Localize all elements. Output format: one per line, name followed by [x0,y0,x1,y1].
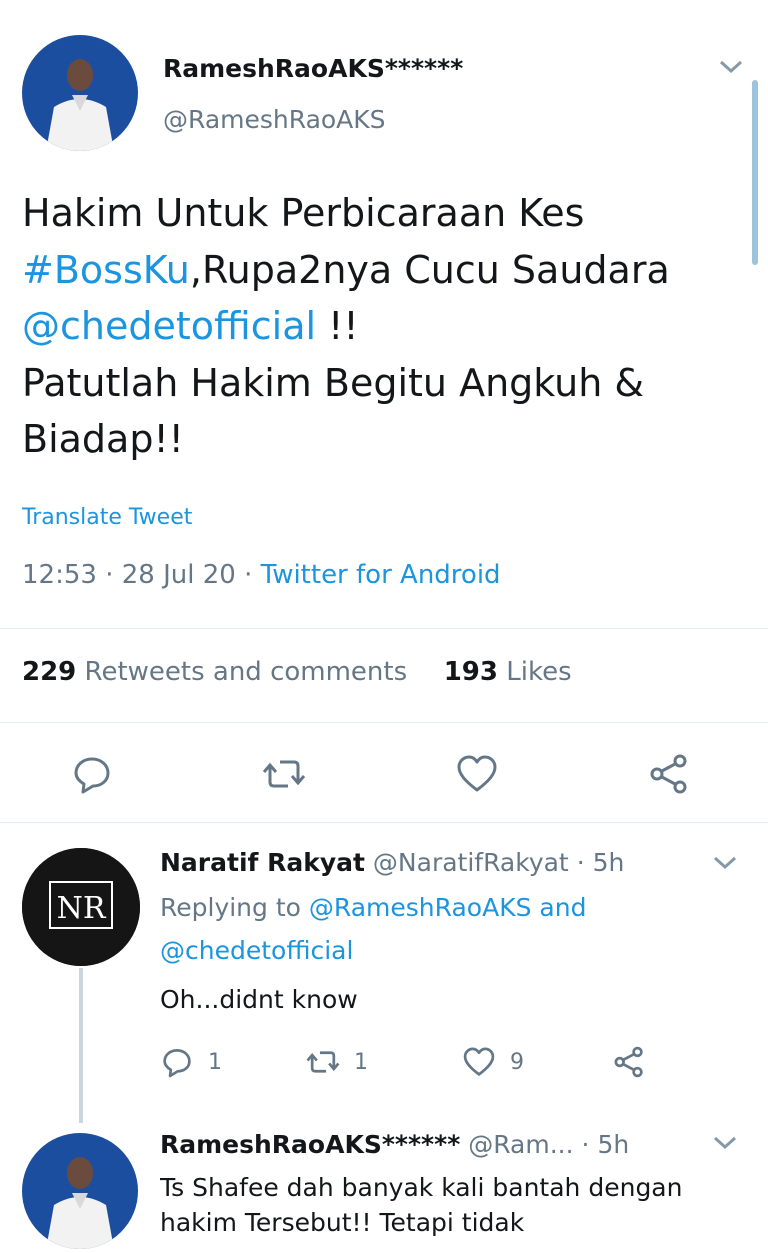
replying-and: and [539,893,587,922]
meta-separator: · [244,560,261,590]
replying-prefix: Replying to [160,893,301,922]
divider [0,822,768,823]
reply-retweet-count: 1 [354,1049,368,1075]
reply-icon [163,1049,191,1078]
retweets-label[interactable]: Retweets and comments [85,657,408,687]
reply-avatar[interactable] [22,1133,138,1249]
reply-retweet-action[interactable]: 1 [306,1045,368,1079]
reply-header: Naratif Rakyat @NaratifRakyat · 5h [160,848,625,877]
tweet-text-segment: ,Rupa2nya Cucu Saudara [189,247,670,292]
share-icon[interactable] [647,752,691,796]
divider [0,628,768,629]
reply-age: 5h [592,848,625,877]
reply-like-action[interactable]: 9 [462,1045,524,1079]
retweet-icon [306,1051,340,1073]
hashtag-link[interactable]: #BossKu [22,248,190,292]
reply-handle[interactable]: @Ram... [468,1130,573,1159]
reply-reply-count: 1 [208,1049,222,1075]
chevron-down-icon[interactable] [718,58,744,76]
translate-tweet-link[interactable]: Translate Tweet [22,505,192,530]
reply-display-name[interactable]: Naratif Rakyat [160,848,365,877]
mention-link[interactable]: @chedetofficial [22,304,316,348]
replying-mention-link[interactable]: @chedetofficial [160,936,353,965]
tweet-time: 12:53 [22,560,97,590]
replying-to: @chedetofficial [160,936,353,965]
reply-avatar[interactable]: NR [22,848,140,966]
heart-icon [463,1047,495,1076]
tweet-text-segment: !! [316,304,359,348]
tweet-date: 28 Jul 20 [121,560,236,590]
reply-display-name[interactable]: RameshRaoAKS****** [160,1130,460,1159]
reply-icon[interactable] [70,752,114,796]
likes-label[interactable]: Likes [506,657,571,687]
tweet-text-line: @chedetofficial !! [22,298,747,355]
author-avatar[interactable] [22,35,138,151]
replying-to: Replying to @RameshRaoAKS and [160,893,586,922]
reply-reply-action[interactable]: 1 [160,1045,222,1079]
avatar-logo-text: NR [57,891,107,926]
tweet-source-link[interactable]: Twitter for Android [261,560,501,590]
tweet-detail-screen: RameshRaoAKS****** @RameshRaoAKS Hakim U… [0,0,768,1253]
scrollbar[interactable] [752,80,758,265]
reply-text: Ts Shafee dah banyak kali bantah dengan … [160,1173,683,1237]
tweet-meta: 12:53 · 28 Jul 20 · Twitter for Android [22,560,501,590]
reply-like-count: 9 [510,1049,524,1075]
tweet-text-line: Biadap!! [22,417,184,461]
divider [0,722,768,723]
chevron-down-icon[interactable] [712,854,738,872]
author-handle[interactable]: @RameshRaoAKS [163,105,386,134]
meta-separator: · [105,560,122,590]
chevron-down-icon[interactable] [712,1134,738,1152]
tweet-text-line: #BossKu,Rupa2nya Cucu Saudara [22,242,747,299]
heart-icon[interactable] [455,752,499,796]
tweet-text-line: Hakim Untuk Perbicaraan Kes [22,191,585,235]
reply-age: 5h [597,1130,630,1159]
thread-line [79,968,83,1123]
author-display-name[interactable]: RameshRaoAKS****** [163,54,463,83]
engagement-stats: 229 Retweets and comments 193 Likes [22,657,572,687]
retweet-icon[interactable] [262,752,306,796]
replying-mention-link[interactable]: @RameshRaoAKS [309,893,532,922]
tweet-text: Hakim Untuk Perbicaraan Kes #BossKu,Rupa… [22,185,747,468]
likes-count[interactable]: 193 [444,657,498,687]
reply-handle[interactable]: @NaratifRakyat [373,848,569,877]
reply-text: Oh...didnt know [160,985,358,1014]
retweets-count[interactable]: 229 [22,657,76,687]
tweet-text-line: Patutlah Hakim Begitu Angkuh & [22,360,645,405]
share-icon[interactable] [612,1045,646,1079]
reply-header: RameshRaoAKS****** @Ram... · 5h [160,1130,630,1159]
